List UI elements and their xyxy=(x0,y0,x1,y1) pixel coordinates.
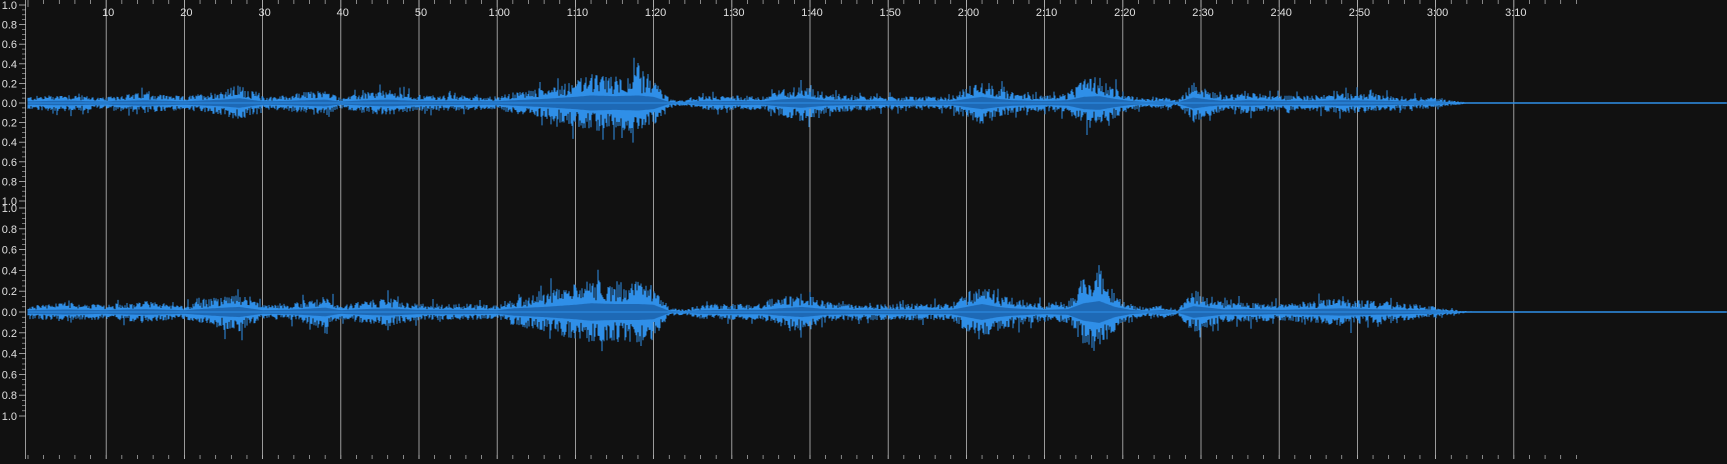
amplitude-label: 1.0 xyxy=(2,411,17,423)
time-label: 2:30 xyxy=(1192,7,1213,19)
channel-2-peaks xyxy=(27,265,1727,352)
amplitude-label: 0.2 xyxy=(2,286,17,298)
waveform-editor-view[interactable]: 1.0 0.8 0.6 0.4 0.2 0.0 0.2 0.4 0.6 0.8 1.0 1.0 0.8 0… xyxy=(0,0,1727,459)
amplitude-label: 0.8 xyxy=(2,390,17,402)
amplitude-label: 0.6 xyxy=(2,39,17,51)
amplitude-label: 0.6 xyxy=(2,369,17,381)
channel-1-peaks xyxy=(27,57,1727,143)
time-label: 3:10 xyxy=(1505,7,1526,19)
amplitude-label: 0.6 xyxy=(2,245,17,257)
amplitude-label: 0.8 xyxy=(2,176,17,188)
channel-1-waveform xyxy=(27,57,1727,143)
amplitude-label: 1.0 xyxy=(2,0,17,12)
amplitude-label: 0.2 xyxy=(2,118,17,130)
amplitude-label: 0.8 xyxy=(2,20,17,32)
time-label: 3:00 xyxy=(1427,7,1448,19)
time-label: 1:00 xyxy=(488,7,509,19)
amplitude-label: 0.2 xyxy=(2,78,17,90)
time-label: 30 xyxy=(258,7,270,19)
amplitude-label: 0.4 xyxy=(2,59,17,71)
time-label: 1:50 xyxy=(879,7,900,19)
time-label: 20 xyxy=(180,7,192,19)
amplitude-label: 0.6 xyxy=(2,157,17,169)
time-label: 2:50 xyxy=(1349,7,1370,19)
time-label: 2:00 xyxy=(958,7,979,19)
time-ruler[interactable]: 10 20 30 40 50 1:00 1:10 1:20 1:30 1:40 1:50 2:00 2:… xyxy=(27,0,1577,459)
channel-2-waveform xyxy=(27,265,1727,352)
amplitude-label: 0.4 xyxy=(2,137,17,149)
amplitude-ruler: 1.0 0.8 0.6 0.4 0.2 0.0 0.2 0.4 0.6 0.8 1.0 1.0 0.8 0… xyxy=(0,0,26,459)
time-label: 2:20 xyxy=(1114,7,1135,19)
amplitude-label: 1.0 xyxy=(2,203,17,215)
time-label: 2:10 xyxy=(1036,7,1057,19)
amplitude-label: 0.4 xyxy=(2,265,17,277)
amplitude-label: 0.2 xyxy=(2,328,17,340)
time-label: 1:30 xyxy=(723,7,744,19)
time-label: 1:40 xyxy=(801,7,822,19)
time-label: 1:10 xyxy=(567,7,588,19)
time-label: 10 xyxy=(102,7,114,19)
time-gridlines xyxy=(105,0,1515,459)
time-label: 1:20 xyxy=(645,7,666,19)
amplitude-label: 0.8 xyxy=(2,224,17,236)
waveform-layer xyxy=(27,57,1727,352)
time-label: 50 xyxy=(415,7,427,19)
amplitude-label: 0.0 xyxy=(2,98,17,110)
time-label: 2:40 xyxy=(1270,7,1291,19)
amplitude-label: 0.0 xyxy=(2,307,17,319)
waveform-canvas[interactable]: 1.0 0.8 0.6 0.4 0.2 0.0 0.2 0.4 0.6 0.8 1.0 1.0 0.8 0… xyxy=(0,0,1727,459)
time-label: 40 xyxy=(337,7,349,19)
amplitude-label: 0.4 xyxy=(2,349,17,361)
